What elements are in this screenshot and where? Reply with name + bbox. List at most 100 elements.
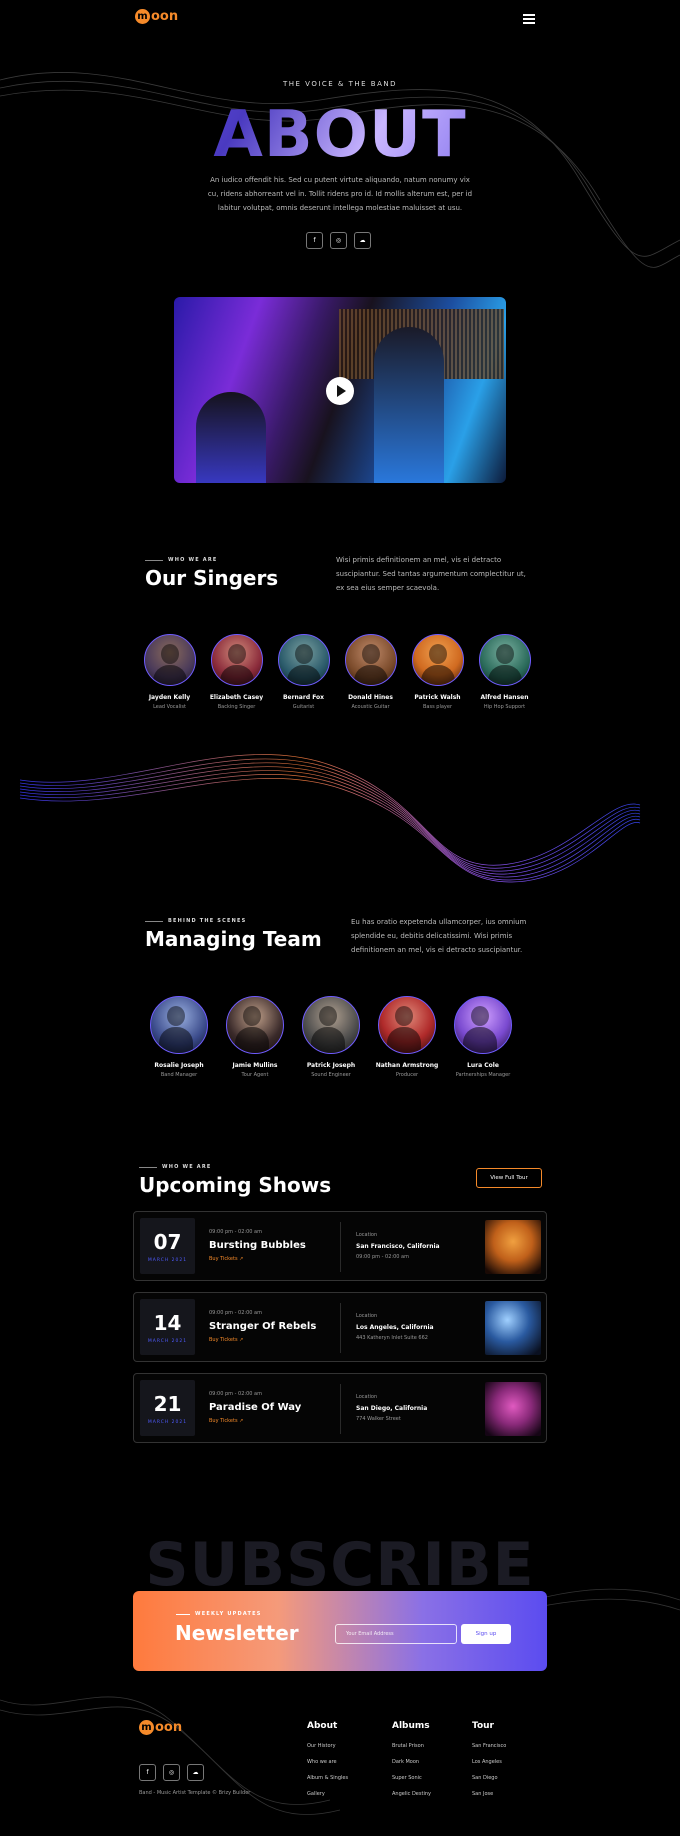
member-role: Lead Vocalist <box>153 704 186 710</box>
member-name: Bernard Fox <box>282 694 325 701</box>
footer-link[interactable]: San Diego <box>472 1775 506 1781</box>
footer-link[interactable]: Our History <box>307 1743 348 1749</box>
logo-text: oon <box>151 9 179 24</box>
singers-list: Jayden Kelly Lead Vocalist Elizabeth Case… <box>136 634 538 710</box>
facebook-icon[interactable]: f <box>306 232 323 249</box>
footer-social-links: f ◎ ☁ <box>139 1764 204 1781</box>
logo-text: oon <box>155 1720 183 1735</box>
member-role: Band Manager <box>160 1072 198 1078</box>
member-role: Tour Agent <box>241 1072 269 1078</box>
team-eyebrow: BEHIND THE SCENES <box>145 918 246 924</box>
show-address: 09:00 pm - 02:00 am <box>356 1254 409 1260</box>
footer-column-title: Albums <box>392 1721 430 1731</box>
hero-social-links: f ◎ ☁ <box>306 232 371 249</box>
avatar <box>277 634 330 686</box>
team-title: Managing Team <box>145 927 322 951</box>
buy-tickets-link[interactable]: Buy Tickets ↗ <box>209 1256 243 1262</box>
footer-link[interactable]: Super Sonic <box>392 1775 431 1781</box>
show-day: 21 <box>153 1392 182 1416</box>
show-time: 09:00 pm - 02:00 am <box>209 1391 262 1397</box>
menu-icon[interactable] <box>523 14 535 24</box>
show-month: MARCH 2021 <box>147 1420 188 1425</box>
footer-link[interactable]: Los Angeles <box>472 1759 506 1765</box>
guitarist-silhouette <box>196 392 266 483</box>
member-name: Patrick Joseph <box>306 1062 356 1069</box>
team-card[interactable]: Nathan Armstrong Producer <box>369 996 445 1078</box>
singer-card[interactable]: Donald Hines Acoustic Guitar <box>337 634 404 710</box>
sign-up-button[interactable]: Sign up <box>461 1624 511 1644</box>
footer-link[interactable]: San Francisco <box>472 1743 506 1749</box>
team-card[interactable]: Patrick Joseph Sound Engineer <box>293 996 369 1078</box>
show-month: MARCH 2021 <box>147 1258 188 1263</box>
show-city: San Diego, California <box>356 1405 428 1412</box>
location-label: Location <box>356 1232 378 1238</box>
show-address: 443 Katheryn Inlet Suite 662 <box>356 1335 428 1341</box>
singer-card[interactable]: Elizabeth Casey Backing Singer <box>203 634 270 710</box>
buy-tickets-link[interactable]: Buy Tickets ↗ <box>209 1418 243 1424</box>
footer-column-about: About Our History Who we are Album & Sin… <box>307 1721 348 1807</box>
show-card[interactable]: 07 MARCH 2021 09:00 pm - 02:00 am Burstin… <box>133 1211 547 1281</box>
soundcloud-icon[interactable]: ☁ <box>354 232 371 249</box>
singers-text: Wisi primis definitionem an mel, vis ei … <box>336 556 526 592</box>
show-thumbnail <box>485 1220 541 1274</box>
show-month: MARCH 2021 <box>147 1339 188 1344</box>
view-full-tour-button[interactable]: View Full Tour <box>476 1168 542 1188</box>
team-card[interactable]: Rosalie Joseph Band Manager <box>141 996 217 1078</box>
singer-card[interactable]: Bernard Fox Guitarist <box>270 634 337 710</box>
member-name: Patrick Walsh <box>414 694 461 701</box>
avatar <box>226 996 284 1054</box>
copyright-text: Band - Music Artist Template © Brizy Bui… <box>139 1790 251 1796</box>
date-box: 21 MARCH 2021 <box>140 1380 195 1436</box>
member-role: Hip Hop Support <box>483 704 526 710</box>
footer-link[interactable]: Dark Moon <box>392 1759 431 1765</box>
avatar <box>378 996 436 1054</box>
member-name: Lura Cole <box>467 1062 499 1069</box>
logo-mark: m <box>139 1720 154 1735</box>
show-time: 09:00 pm - 02:00 am <box>209 1229 262 1235</box>
band-video[interactable] <box>174 297 506 483</box>
instagram-icon[interactable]: ◎ <box>330 232 347 249</box>
wave-decoration <box>19 754 641 883</box>
soundcloud-icon[interactable]: ☁ <box>187 1764 204 1781</box>
date-box: 14 MARCH 2021 <box>140 1299 195 1355</box>
logo[interactable]: m oon <box>135 9 178 24</box>
member-role: Guitarist <box>292 704 315 710</box>
facebook-icon[interactable]: f <box>139 1764 156 1781</box>
team-card[interactable]: Lura Cole Partnerships Manager <box>445 996 521 1078</box>
show-city: Los Angeles, California <box>356 1324 434 1331</box>
shows-eyebrow: WHO WE ARE <box>139 1164 212 1170</box>
team-card[interactable]: Jamie Mullins Tour Agent <box>217 996 293 1078</box>
footer-logo[interactable]: m oon <box>139 1720 182 1735</box>
member-name: Jamie Mullins <box>232 1062 278 1069</box>
show-city: San Francisco, California <box>356 1243 440 1250</box>
singer-card[interactable]: Jayden Kelly Lead Vocalist <box>136 634 203 710</box>
avatar <box>344 634 397 686</box>
show-address: 774 Walker Street <box>356 1416 401 1422</box>
singer-card[interactable]: Alfred Hansen Hip Hop Support <box>471 634 538 710</box>
footer-link[interactable]: Gallery <box>307 1791 348 1797</box>
avatar <box>302 996 360 1054</box>
avatar <box>478 634 531 686</box>
footer-column-albums: Albums Brutal Prison Dark Moon Super Son… <box>392 1721 431 1807</box>
footer-link[interactable]: Who we are <box>307 1759 348 1765</box>
show-card[interactable]: 14 MARCH 2021 09:00 pm - 02:00 am Strange… <box>133 1292 547 1362</box>
member-role: Sound Engineer <box>311 1072 351 1078</box>
singer-card[interactable]: Patrick Walsh Bass player <box>404 634 471 710</box>
divider <box>340 1384 341 1434</box>
show-day: 07 <box>153 1230 182 1254</box>
footer-link[interactable]: Album & Singles <box>307 1775 348 1781</box>
show-thumbnail <box>485 1301 541 1355</box>
email-field[interactable] <box>335 1624 457 1644</box>
footer-link[interactable]: Angelic Destiny <box>392 1791 431 1797</box>
buy-tickets-link[interactable]: Buy Tickets ↗ <box>209 1337 243 1343</box>
instagram-icon[interactable]: ◎ <box>163 1764 180 1781</box>
footer-link[interactable]: San Jose <box>472 1791 506 1797</box>
newsletter-eyebrow: WEEKLY UPDATES <box>176 1611 262 1617</box>
play-icon[interactable] <box>326 377 354 405</box>
show-card[interactable]: 21 MARCH 2021 09:00 pm - 02:00 am Paradis… <box>133 1373 547 1443</box>
member-role: Backing Singer <box>217 704 256 710</box>
singers-title: Our Singers <box>145 566 279 590</box>
footer-link[interactable]: Brutal Prison <box>392 1743 431 1749</box>
show-title: Paradise Of Way <box>209 1402 302 1413</box>
divider <box>340 1222 341 1272</box>
